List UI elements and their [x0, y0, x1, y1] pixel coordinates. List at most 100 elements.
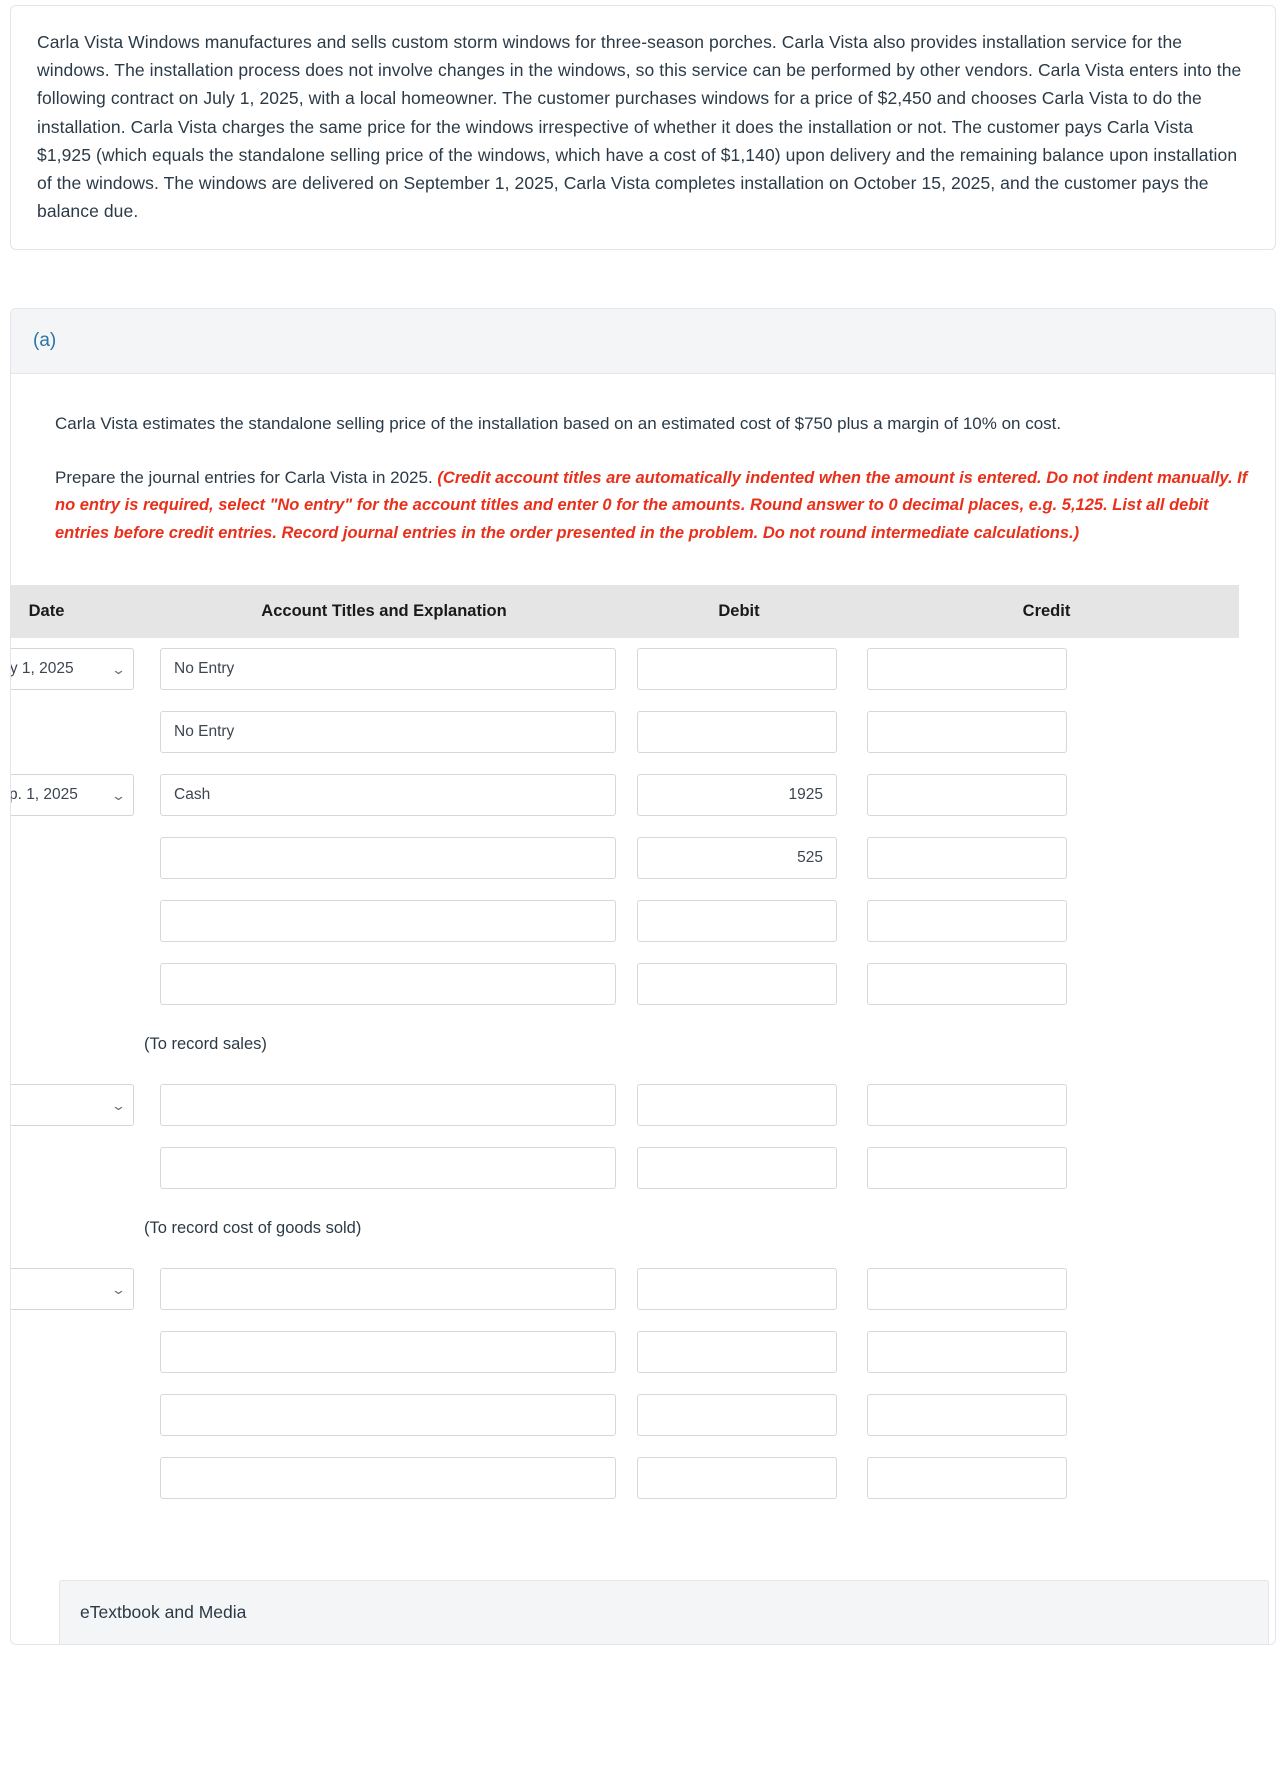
- journal-debit-cell: 525: [624, 827, 854, 890]
- instruction-lead-text: Prepare the journal entries for Carla Vi…: [55, 467, 438, 487]
- credit-amount-input-12[interactable]: [867, 1394, 1067, 1437]
- date-select-2[interactable]: Sep. 1, 2025 ⌄: [11, 774, 134, 817]
- journal-entry-row: [11, 953, 1239, 1016]
- chevron-down-icon: ⌄: [110, 661, 127, 677]
- journal-debit-cell: 1925: [624, 764, 854, 827]
- journal-table-header-row: Date Account Titles and Explanation Debi…: [11, 584, 1239, 638]
- chevron-down-icon: ⌄: [110, 787, 127, 803]
- problem-statement-text: Carla Vista Windows manufactures and sel…: [37, 32, 1242, 222]
- journal-account-cell: [144, 1137, 624, 1200]
- journal-credit-cell: [854, 1258, 1239, 1321]
- chevron-down-icon: ⌄: [110, 1281, 127, 1297]
- debit-amount-input-2[interactable]: 1925: [637, 774, 837, 817]
- chevron-down-icon: ⌄: [110, 1097, 127, 1113]
- journal-account-cell: [144, 1258, 624, 1321]
- journal-entry-row: Sep. 1, 2025 ⌄ Cash 1925: [11, 764, 1239, 827]
- journal-credit-cell: [854, 1321, 1239, 1384]
- journal-date-cell: ⌄: [11, 1258, 144, 1321]
- journal-entry-row: [11, 1447, 1239, 1510]
- etextbook-and-media-bar[interactable]: eTextbook and Media: [59, 1579, 1269, 1644]
- date-select-value: Sep. 1, 2025: [11, 786, 78, 804]
- journal-account-cell: No Entry: [144, 701, 624, 764]
- credit-amount-input-2[interactable]: [867, 774, 1067, 817]
- journal-date-cell: [11, 890, 144, 953]
- credit-amount-input-0[interactable]: [867, 648, 1067, 691]
- text-spacer: [55, 438, 1251, 464]
- account-title-input-10[interactable]: [160, 1268, 616, 1311]
- explanation-spacer-date: [11, 1200, 144, 1258]
- journal-entry-row: 525: [11, 827, 1239, 890]
- part-a-card: (a) Carla Vista estimates the standalone…: [10, 308, 1276, 1645]
- account-title-input-1[interactable]: No Entry: [160, 711, 616, 754]
- debit-amount-input-8[interactable]: [637, 1147, 837, 1190]
- account-title-input-7[interactable]: [160, 1084, 616, 1127]
- credit-amount-input-8[interactable]: [867, 1147, 1067, 1190]
- credit-amount-input-4[interactable]: [867, 900, 1067, 943]
- column-header-credit: Credit: [854, 584, 1239, 638]
- journal-explanation-text: (To record cost of goods sold): [144, 1219, 362, 1238]
- journal-date-cell: Sep. 1, 2025 ⌄: [11, 764, 144, 827]
- debit-amount-input-13[interactable]: [637, 1457, 837, 1500]
- debit-amount-input-4[interactable]: [637, 900, 837, 943]
- account-title-input-8[interactable]: [160, 1147, 616, 1190]
- date-select-10[interactable]: ⌄: [11, 1268, 134, 1311]
- journal-account-cell: [144, 1384, 624, 1447]
- explanation-spacer-debit: [624, 1200, 854, 1258]
- explanation-spacer-credit: [854, 1200, 1239, 1258]
- journal-credit-cell: [854, 953, 1239, 1016]
- account-title-input-11[interactable]: [160, 1331, 616, 1374]
- credit-amount-input-11[interactable]: [867, 1331, 1067, 1374]
- debit-amount-input-11[interactable]: [637, 1331, 837, 1374]
- journal-credit-cell: [854, 1074, 1239, 1137]
- footer-spacer: [11, 1510, 1275, 1580]
- account-title-input-2[interactable]: Cash: [160, 774, 616, 817]
- journal-entry-row: No Entry: [11, 701, 1239, 764]
- account-title-input-12[interactable]: [160, 1394, 616, 1437]
- credit-amount-input-5[interactable]: [867, 963, 1067, 1006]
- journal-date-cell: [11, 701, 144, 764]
- journal-credit-cell: [854, 701, 1239, 764]
- debit-amount-input-3[interactable]: 525: [637, 837, 837, 880]
- journal-date-cell: ⌄: [11, 1074, 144, 1137]
- journal-account-cell: [144, 1074, 624, 1137]
- journal-credit-cell: [854, 827, 1239, 890]
- journal-entry-row: [11, 1321, 1239, 1384]
- page-root: Carla Vista Windows manufactures and sel…: [0, 5, 1286, 1645]
- journal-entry-row: ⌄: [11, 1074, 1239, 1137]
- journal-debit-cell: [624, 890, 854, 953]
- journal-account-cell: [144, 1447, 624, 1510]
- journal-debit-cell: [624, 701, 854, 764]
- explanation-spacer-debit: [624, 1016, 854, 1074]
- account-title-input-4[interactable]: [160, 900, 616, 943]
- journal-entry-row: July 1, 2025 ⌄ No Entry: [11, 638, 1239, 701]
- credit-amount-input-10[interactable]: [867, 1268, 1067, 1311]
- journal-credit-cell: [854, 1137, 1239, 1200]
- debit-amount-input-12[interactable]: [637, 1394, 837, 1437]
- date-select-7[interactable]: ⌄: [11, 1084, 134, 1127]
- debit-amount-input-7[interactable]: [637, 1084, 837, 1127]
- journal-credit-cell: [854, 1384, 1239, 1447]
- credit-amount-input-13[interactable]: [867, 1457, 1067, 1500]
- part-a-instruction: Prepare the journal entries for Carla Vi…: [55, 464, 1251, 547]
- account-title-input-0[interactable]: No Entry: [160, 648, 616, 691]
- debit-amount-input-5[interactable]: [637, 963, 837, 1006]
- journal-entry-table: Date Account Titles and Explanation Debi…: [11, 584, 1239, 1510]
- date-select-0[interactable]: July 1, 2025 ⌄: [11, 648, 134, 691]
- journal-debit-cell: [624, 638, 854, 701]
- journal-date-cell: [11, 1384, 144, 1447]
- account-title-input-5[interactable]: [160, 963, 616, 1006]
- column-header-account: Account Titles and Explanation: [144, 584, 624, 638]
- credit-amount-input-7[interactable]: [867, 1084, 1067, 1127]
- debit-amount-input-1[interactable]: [637, 711, 837, 754]
- journal-credit-cell: [854, 638, 1239, 701]
- journal-account-cell: No Entry: [144, 638, 624, 701]
- account-title-input-13[interactable]: [160, 1457, 616, 1500]
- journal-debit-cell: [624, 1321, 854, 1384]
- journal-account-cell: Cash: [144, 764, 624, 827]
- credit-amount-input-3[interactable]: [867, 837, 1067, 880]
- debit-amount-input-10[interactable]: [637, 1268, 837, 1311]
- account-title-input-3[interactable]: [160, 837, 616, 880]
- journal-date-cell: [11, 1321, 144, 1384]
- debit-amount-input-0[interactable]: [637, 648, 837, 691]
- credit-amount-input-1[interactable]: [867, 711, 1067, 754]
